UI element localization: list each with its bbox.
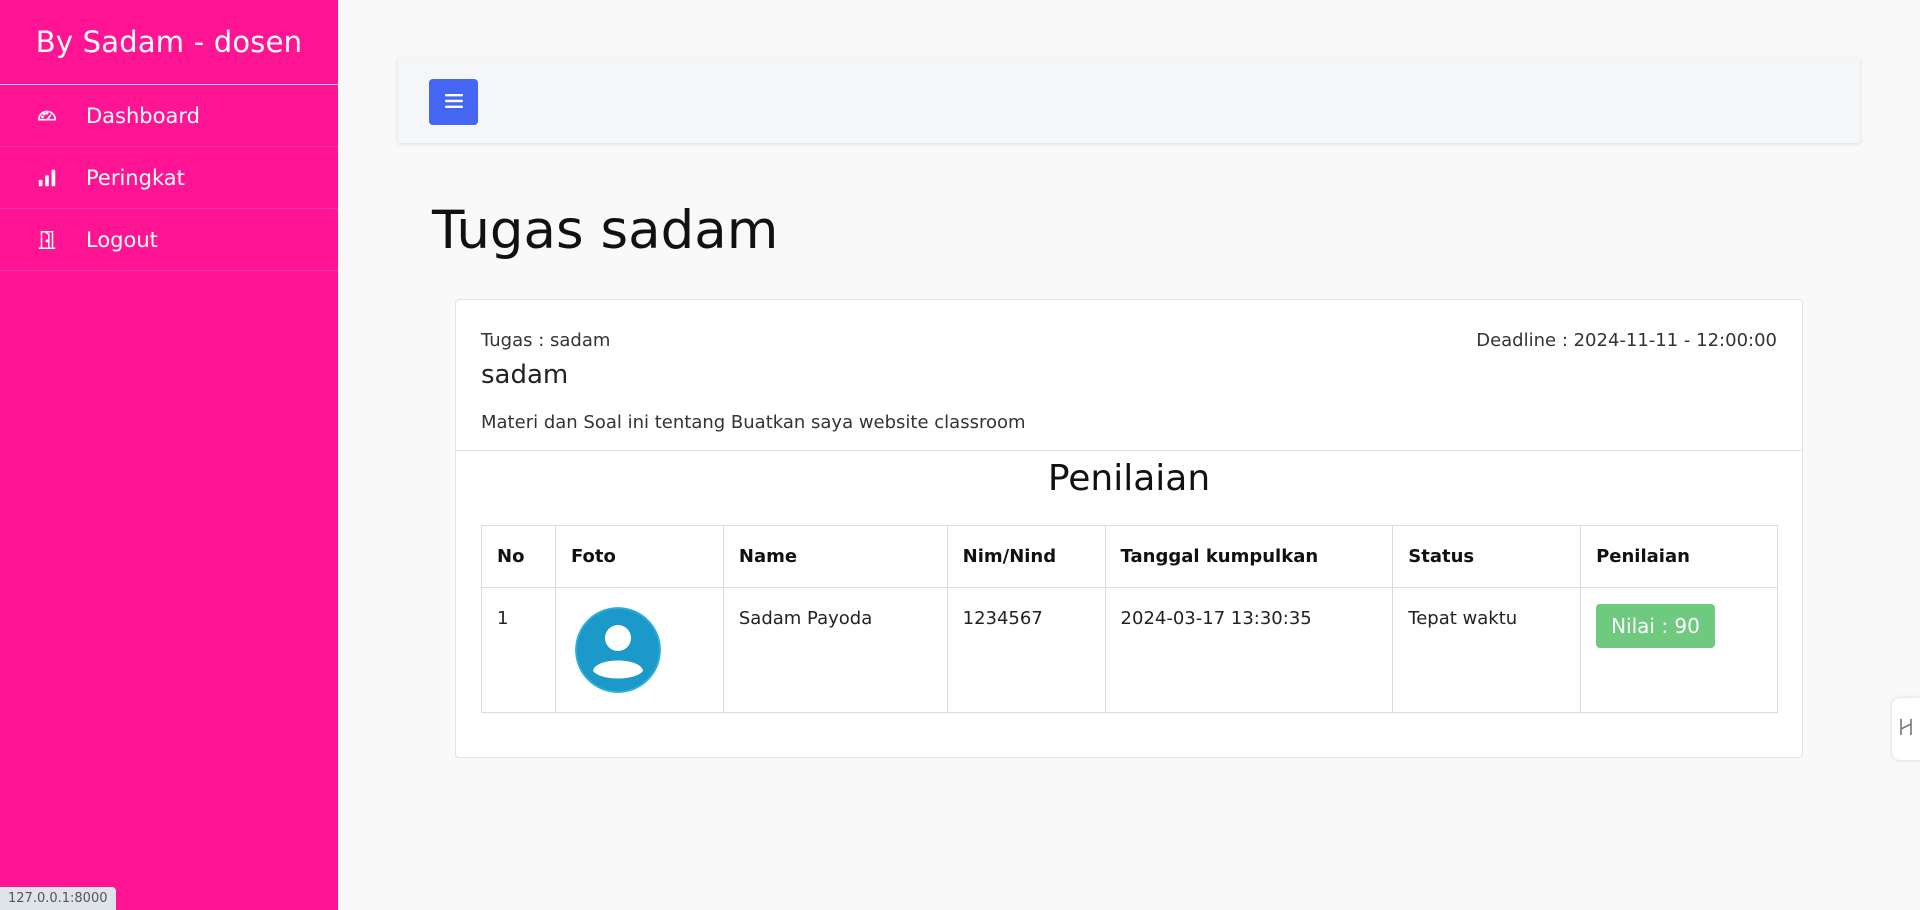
sidebar-item-label: Peringkat bbox=[86, 165, 185, 190]
bar-chart-icon bbox=[36, 167, 58, 189]
column-header: Tanggal kumpulkan bbox=[1104, 525, 1394, 588]
cell-nim: 1234567 bbox=[946, 587, 1106, 713]
column-header: No bbox=[481, 525, 556, 588]
table-row: 1 Sadam Payoda 1234567 2024-03-17 13:30:… bbox=[481, 587, 1778, 713]
speedometer-icon bbox=[36, 105, 58, 127]
status-url: 127.0.0.1:8000 bbox=[0, 887, 116, 910]
sidebar-item-logout[interactable]: Logout bbox=[0, 209, 338, 271]
menu-icon bbox=[444, 93, 463, 112]
table-header-row: No Foto Name Nim/Nind Tanggal kumpulkan … bbox=[481, 525, 1778, 588]
sidebar-item-label: Logout bbox=[86, 227, 158, 252]
sidebar-item-peringkat[interactable]: Peringkat bbox=[0, 147, 338, 209]
brand-title: By Sadam - dosen bbox=[0, 0, 338, 85]
cell-no: 1 bbox=[481, 587, 556, 713]
assignment-label: Tugas : sadam bbox=[481, 330, 611, 351]
cell-name: Sadam Payoda bbox=[722, 587, 948, 713]
resize-handle-icon bbox=[1897, 715, 1915, 743]
cell-penilaian: Nilai : 90 bbox=[1580, 587, 1778, 713]
top-navbar bbox=[398, 58, 1860, 143]
assignment-description: Materi dan Soal ini tentang Buatkan saya… bbox=[481, 412, 1026, 433]
grade-badge-button[interactable]: Nilai : 90 bbox=[1596, 604, 1715, 648]
cell-tanggal: 2024-03-17 13:30:35 bbox=[1104, 587, 1394, 713]
assignment-card: Tugas : sadam Deadline : 2024-11-11 - 12… bbox=[455, 299, 1803, 758]
sidebar: By Sadam - dosen Dashboard Peringkat Log… bbox=[0, 0, 338, 910]
grading-table: No Foto Name Nim/Nind Tanggal kumpulkan … bbox=[481, 525, 1778, 713]
sidebar-item-label: Dashboard bbox=[86, 103, 200, 128]
sidebar-item-dashboard[interactable]: Dashboard bbox=[0, 85, 338, 147]
main-content: Tugas sadam Tugas : sadam Deadline : 202… bbox=[338, 0, 1920, 910]
grading-title: Penilaian bbox=[1047, 458, 1211, 499]
side-panel-handle[interactable] bbox=[1892, 698, 1920, 760]
sidebar-toggle-button[interactable] bbox=[429, 79, 478, 125]
card-header: Tugas : sadam Deadline : 2024-11-11 - 12… bbox=[456, 300, 1802, 451]
page-title: Tugas sadam bbox=[432, 200, 779, 261]
deadline-text: Deadline : 2024-11-11 - 12:00:00 bbox=[1476, 330, 1777, 351]
column-header: Status bbox=[1392, 525, 1582, 588]
column-header: Name bbox=[722, 525, 948, 588]
user-avatar-icon bbox=[574, 607, 661, 693]
column-header: Foto bbox=[554, 525, 724, 588]
status-text: Tepat waktu bbox=[1392, 587, 1582, 713]
door-exit-icon bbox=[36, 229, 58, 251]
cell-foto bbox=[554, 587, 724, 713]
column-header: Penilaian bbox=[1580, 525, 1778, 588]
assignment-subtitle: sadam bbox=[481, 360, 569, 390]
column-header: Nim/Nind bbox=[946, 525, 1106, 588]
